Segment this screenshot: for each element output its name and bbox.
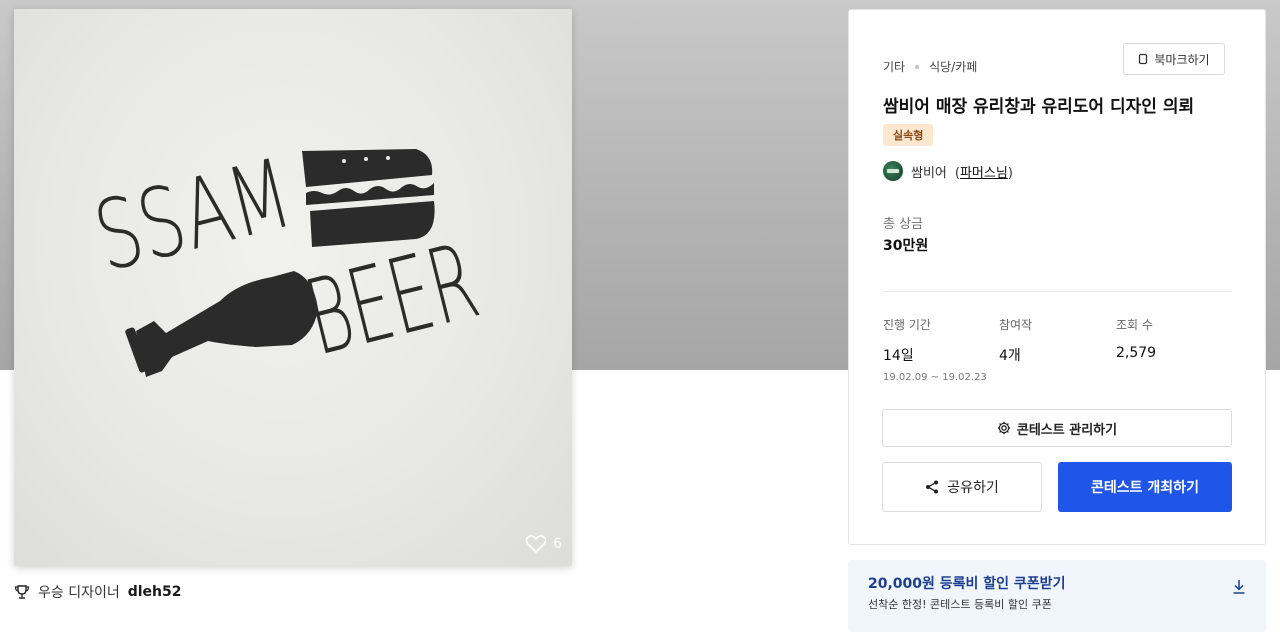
winning-artwork[interactable]: SSAM BEER 6 bbox=[14, 9, 572, 566]
logo-text-ssam: SSAM bbox=[84, 137, 301, 293]
host-info[interactable]: 쌈비어 (파머스님) bbox=[883, 161, 1013, 181]
download-icon[interactable] bbox=[1232, 579, 1246, 595]
coupon-subtitle: 선착순 한정! 콘테스트 등록비 할인 쿠폰 bbox=[868, 598, 1052, 611]
winner-designer: 우승 디자이너 dleh52 bbox=[14, 582, 182, 602]
avatar bbox=[883, 161, 903, 181]
like-button[interactable]: 6 bbox=[525, 534, 562, 554]
ssam-beer-logo: SSAM BEER bbox=[84, 137, 489, 379]
share-label: 공유하기 bbox=[947, 480, 999, 496]
breadcrumb: 기타 식당/카페 bbox=[883, 58, 977, 75]
coupon-title[interactable]: 20,000원 등록비 할인 쿠폰받기 bbox=[868, 573, 1065, 593]
stat-label: 참여작 bbox=[999, 318, 1033, 332]
package-badge: 실속형 bbox=[883, 124, 934, 146]
separator-dot bbox=[915, 64, 920, 69]
stat-label: 조회 수 bbox=[1116, 318, 1153, 332]
coupon-banner[interactable]: 20,000원 등록비 할인 쿠폰받기 선착순 한정! 콘테스트 등록비 할인 … bbox=[848, 560, 1266, 632]
stat-entries: 참여작 4개 bbox=[999, 316, 1032, 365]
open-contest-button[interactable]: 콘테스트 개최하기 bbox=[1058, 462, 1232, 512]
stat-value: 4개 bbox=[999, 348, 1021, 364]
share-button[interactable]: 공유하기 bbox=[882, 462, 1042, 512]
manage-label: 콘테스트 관리하기 bbox=[1016, 422, 1118, 438]
bookmark-label: 북마크하기 bbox=[1154, 52, 1210, 67]
bookmark-icon bbox=[1139, 53, 1148, 65]
host-name: 쌈비어 bbox=[911, 165, 947, 181]
manage-contest-button[interactable]: 콘테스트 관리하기 bbox=[882, 409, 1232, 447]
bookmark-button[interactable]: 북마크하기 bbox=[1123, 43, 1225, 75]
heart-icon bbox=[525, 535, 547, 554]
stat-duration: 진행 기간 14일 19.02.09 ~ 19.02.23 bbox=[883, 316, 987, 383]
like-count: 6 bbox=[553, 536, 562, 552]
winner-name[interactable]: dleh52 bbox=[128, 584, 182, 600]
stat-value: 14일 bbox=[883, 348, 914, 364]
stat-views: 조회 수 2,579 bbox=[1116, 316, 1156, 361]
prize-label: 총 상금 bbox=[883, 217, 924, 232]
contest-title: 쌈비어 매장 유리창과 유리도어 디자인 의뢰 bbox=[883, 97, 1195, 117]
winner-label: 우승 디자이너 bbox=[38, 585, 120, 601]
gear-icon bbox=[997, 421, 1011, 435]
prize-value: 30만원 bbox=[883, 238, 929, 254]
host-grade[interactable]: 파머스님 bbox=[960, 166, 1008, 181]
category-main[interactable]: 기타 bbox=[883, 58, 905, 75]
stat-value: 2,579 bbox=[1116, 345, 1157, 361]
stat-label: 진행 기간 bbox=[883, 318, 931, 332]
stat-date-range: 19.02.09 ~ 19.02.23 bbox=[883, 372, 987, 383]
share-icon bbox=[926, 480, 939, 494]
trophy-icon bbox=[14, 585, 30, 599]
contest-info-panel: 기타 식당/카페 북마크하기 쌈비어 매장 유리창과 유리도어 디자인 의뢰 실… bbox=[848, 9, 1266, 545]
beer-bottle-icon bbox=[125, 271, 318, 377]
category-sub[interactable]: 식당/카페 bbox=[929, 58, 977, 75]
divider bbox=[883, 291, 1231, 292]
